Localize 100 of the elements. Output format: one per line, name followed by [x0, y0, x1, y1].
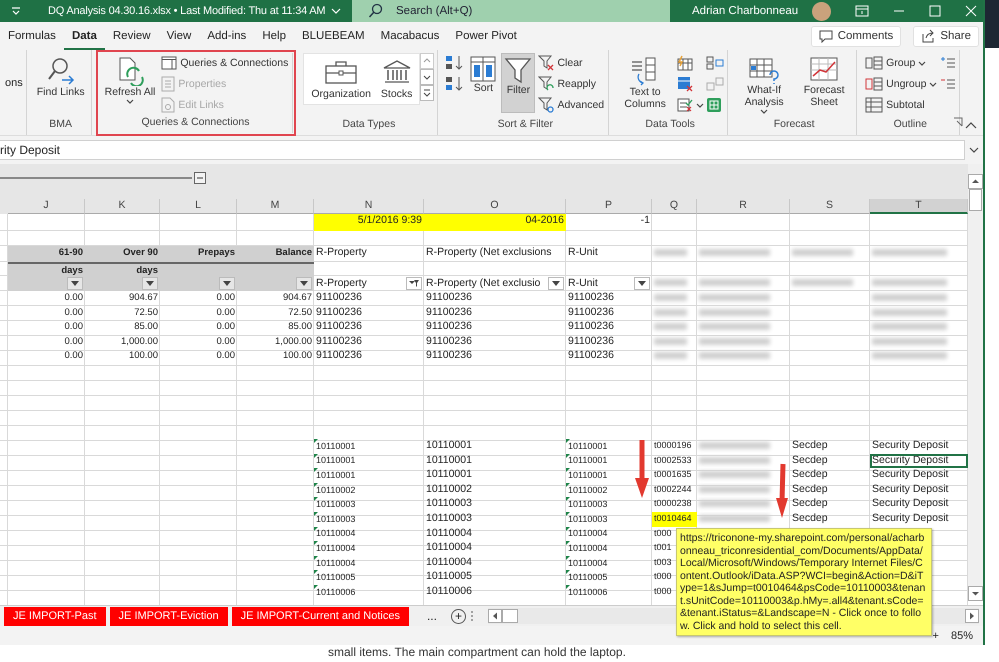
zoom-in-button[interactable]: + — [932, 630, 939, 642]
subtotal-icon — [865, 97, 884, 113]
table-cell-text: 0.00 — [64, 320, 84, 334]
scroll-down-icon[interactable] — [968, 586, 983, 601]
ribbon-tab[interactable]: Review — [104, 22, 159, 50]
table-cell: Balance — [237, 246, 314, 262]
button-label[interactable]: ons — [5, 77, 23, 89]
column-header[interactable]: T — [870, 199, 968, 214]
column-header[interactable]: O — [424, 199, 566, 214]
ribbon-button[interactable]: Text to Columns — [616, 53, 674, 113]
user-name[interactable]: Adrian Charbonneau — [692, 5, 798, 17]
ribbon-button[interactable]: Find Links — [34, 53, 88, 113]
ribbon-tab[interactable]: BLUEBEAM — [294, 22, 373, 50]
ribbon-button[interactable]: Refresh All — [102, 53, 158, 113]
column-header[interactable]: S — [790, 199, 870, 214]
sort-descending-icon[interactable] — [445, 76, 466, 92]
column-header[interactable]: R — [697, 199, 790, 214]
data-validation-icon[interactable] — [676, 97, 694, 113]
table-cell-text: 10110004 — [568, 556, 608, 570]
scroll-up-icon[interactable] — [968, 174, 983, 189]
zoom-level[interactable]: 85% — [950, 630, 973, 642]
table-cell-text: 10110004 — [425, 526, 473, 541]
filter-dropdown-button[interactable] — [219, 277, 235, 290]
collapse-group-icon[interactable] — [194, 172, 206, 184]
column-header[interactable]: J — [8, 199, 85, 214]
ribbon-button[interactable]: What-If Analysis — [735, 53, 794, 118]
ribbon-button[interactable]: Group — [864, 53, 938, 73]
vertical-scrollbar[interactable] — [968, 164, 983, 601]
filter-dropdown-button[interactable] — [634, 277, 650, 290]
ribbon-button[interactable]: Reapply — [537, 74, 606, 94]
table-cell-text: 0.00 — [216, 291, 236, 305]
ribbon-tab[interactable]: Help — [254, 22, 294, 50]
expand-icon[interactable] — [969, 146, 979, 154]
sheet-tab[interactable]: JE IMPORT-Eviction — [110, 606, 228, 626]
document-title[interactable]: DQ Analysis 04.30.16.xlsx • Last Modified: Thu at 11:34 AM — [48, 5, 326, 17]
filter-dropdown-button[interactable] — [67, 277, 83, 290]
ribbon-tab[interactable]: Power Pivot — [447, 22, 525, 50]
ribbon-tab[interactable]: Formulas — [0, 22, 64, 50]
column-header[interactable]: K — [85, 199, 160, 214]
more-tabs-button[interactable]: ... — [426, 609, 437, 624]
ribbon-tab[interactable]: View — [158, 22, 200, 50]
splitter-icon[interactable] — [470, 610, 474, 622]
table-cell-text: R-Unit — [567, 246, 599, 260]
ribbon-button[interactable]: Clear — [537, 53, 606, 73]
ribbon-button[interactable]: Forecast Sheet — [795, 53, 854, 113]
ribbon-tab[interactable]: Add-ins — [199, 22, 254, 50]
remove-duplicates-icon[interactable] — [676, 76, 694, 92]
gallery-item[interactable]: Organization — [308, 58, 374, 100]
ribbon-button[interactable]: Queries & Connections — [160, 53, 290, 73]
add-sheet-button[interactable]: + — [450, 608, 466, 624]
ribbon-button[interactable]: Advanced — [537, 95, 606, 115]
comments-button[interactable]: Comments — [810, 26, 902, 46]
ribbon-button[interactable]: Ungroup — [864, 74, 938, 94]
column-header[interactable]: M — [237, 199, 314, 214]
table-cell-text: 10110004 — [316, 556, 356, 570]
ribbon-tab[interactable]: Macabacus — [372, 22, 448, 50]
filter-dropdown-button[interactable] — [296, 277, 312, 290]
customize-icon[interactable] — [10, 6, 22, 16]
avatar[interactable] — [812, 2, 832, 20]
table-cell-text: 91100236 — [425, 306, 473, 320]
filter-applied-button[interactable] — [406, 277, 422, 290]
column-header[interactable]: L — [160, 199, 237, 214]
column-header[interactable]: Q — [652, 199, 697, 214]
sheet-tab[interactable]: JE IMPORT-Current and Notices — [232, 606, 409, 626]
show-detail-icon[interactable] — [940, 56, 956, 70]
redacted-block — [792, 279, 853, 286]
column-header[interactable]: P — [566, 199, 652, 214]
scroll-thumb[interactable] — [969, 189, 982, 211]
share-button[interactable]: Share — [913, 26, 979, 46]
search-field[interactable]: Search (Alt+Q) — [352, 0, 670, 22]
table-cell-text: 10110002 — [568, 484, 608, 497]
formula-field[interactable]: rity Deposit — [0, 140, 965, 160]
table-cell-text: Secdep — [791, 482, 829, 497]
gallery-item[interactable]: Stocks — [378, 58, 416, 100]
sheet-tab[interactable]: JE IMPORT-Past — [4, 606, 106, 626]
sort-ascending-icon[interactable] — [445, 55, 466, 71]
collapse-icon[interactable] — [965, 121, 977, 129]
filter-dropdown-button[interactable] — [548, 277, 564, 290]
flash-fill-icon[interactable] — [676, 55, 694, 71]
ribbon-options-icon[interactable] — [855, 5, 870, 17]
column-header[interactable]: N — [314, 199, 424, 214]
scroll-down-icon[interactable] — [420, 69, 434, 85]
ribbon-button[interactable]: Sort — [467, 53, 500, 113]
table-cell-text: Secdep — [791, 468, 829, 482]
scroll-right-icon[interactable] — [965, 609, 979, 624]
ribbon-tab[interactable]: Data — [64, 22, 105, 50]
ribbon-button[interactable]: Subtotal — [864, 95, 938, 115]
scroll-thumb[interactable] — [502, 609, 518, 624]
scroll-left-icon[interactable] — [488, 609, 502, 624]
consolidate-icon[interactable] — [706, 56, 724, 70]
hide-detail-icon[interactable] — [940, 77, 956, 91]
table-cell-text: 10110001 — [568, 454, 608, 468]
caret-icon[interactable] — [696, 102, 704, 108]
dialog-launcher-icon[interactable] — [953, 117, 963, 127]
ribbon-button[interactable]: Filter — [501, 53, 536, 113]
table-cell-text: 10110004 — [316, 542, 356, 555]
more-icon[interactable] — [420, 85, 434, 101]
close-icon[interactable] — [965, 5, 978, 17]
maximize-icon[interactable] — [929, 5, 942, 17]
filter-dropdown-button[interactable] — [142, 277, 158, 290]
